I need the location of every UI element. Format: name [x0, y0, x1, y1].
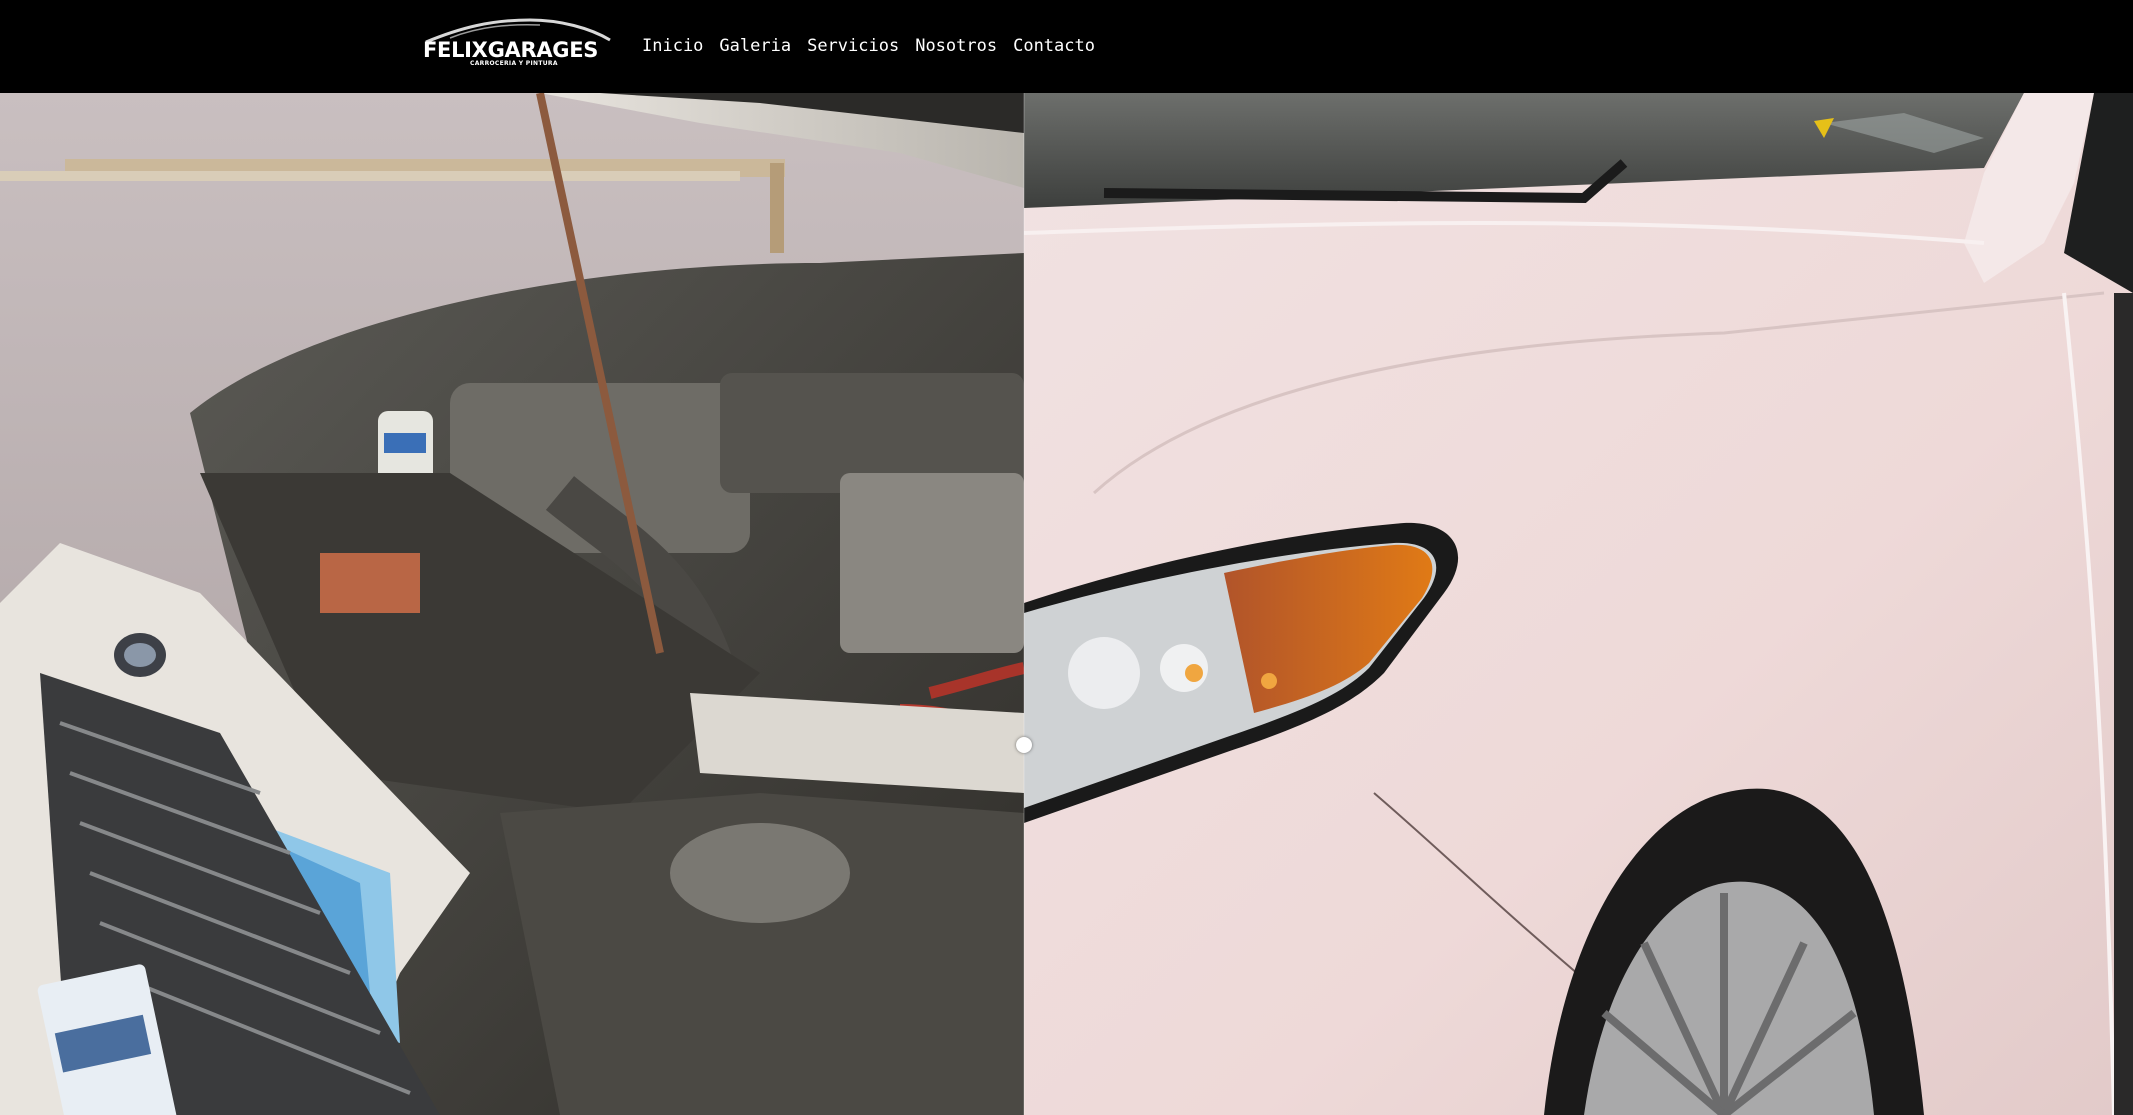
nav-link-nosotros[interactable]: Nosotros: [915, 34, 997, 58]
before-image: [0, 93, 1024, 1115]
brand-name: FELIXGARAGES: [423, 38, 599, 62]
before-after-slider[interactable]: [0, 93, 2133, 1115]
nav-link-contacto[interactable]: Contacto: [1013, 34, 1095, 58]
slider-handle[interactable]: [1016, 737, 1032, 753]
brand-tagline: CARROCERIA Y PINTURA: [470, 60, 558, 67]
main-nav: Inicio Galeria Servicios Nosotros Contac…: [642, 34, 1111, 58]
nav-link-galeria[interactable]: Galeria: [719, 34, 791, 58]
after-image: [1024, 93, 2133, 1115]
nav-link-inicio[interactable]: Inicio: [642, 34, 703, 58]
slider-divider: [1023, 93, 1025, 1115]
nav-link-servicios[interactable]: Servicios: [807, 34, 899, 58]
brand-logo[interactable]: FELIXGARAGES CARROCERIA Y PINTURA: [420, 14, 615, 70]
top-navbar: FELIXGARAGES CARROCERIA Y PINTURA Inicio…: [0, 0, 2133, 93]
